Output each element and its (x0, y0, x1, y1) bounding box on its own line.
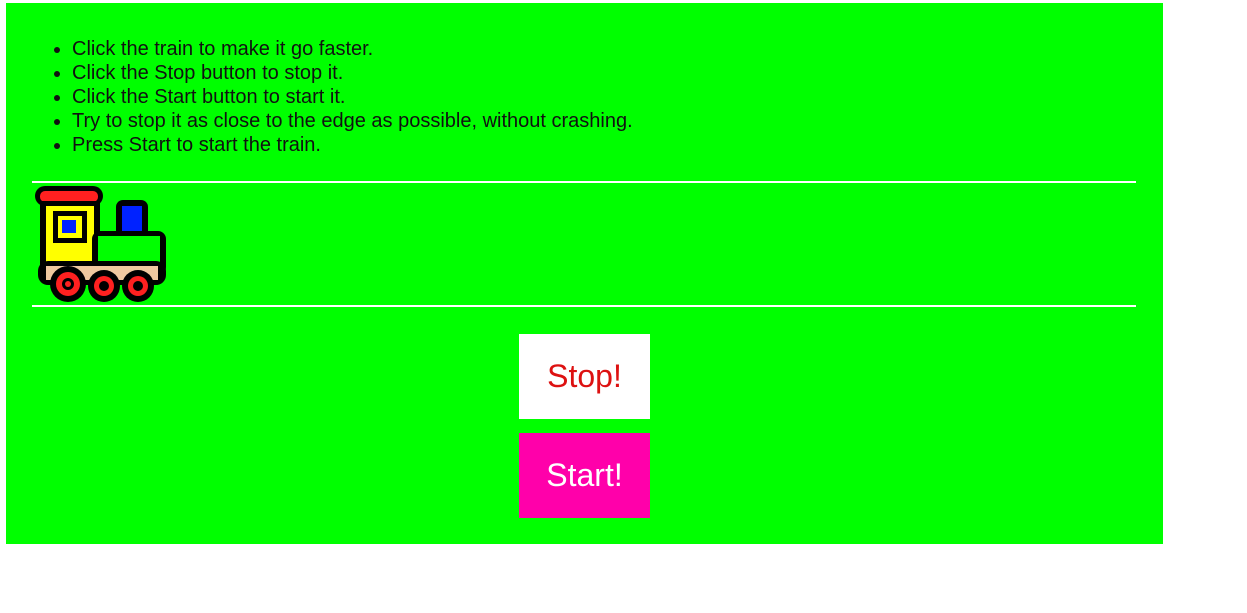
instruction-item: Click the Start button to start it. (72, 85, 633, 109)
train-track (32, 183, 1136, 305)
instructions-list: Click the train to make it go faster. Cl… (32, 37, 633, 157)
instruction-item: Try to stop it as close to the edge as p… (72, 109, 633, 133)
track-bottom-line (32, 305, 1136, 307)
instruction-item: Press Start to start the train. (72, 133, 633, 157)
stop-button[interactable]: Stop! (519, 334, 650, 419)
instruction-item: Click the train to make it go faster. (72, 37, 633, 61)
instruction-item: Click the Stop button to stop it. (72, 61, 633, 85)
start-button[interactable]: Start! (519, 433, 650, 518)
train-icon[interactable] (32, 183, 166, 305)
game-panel: Click the train to make it go faster. Cl… (6, 3, 1163, 544)
